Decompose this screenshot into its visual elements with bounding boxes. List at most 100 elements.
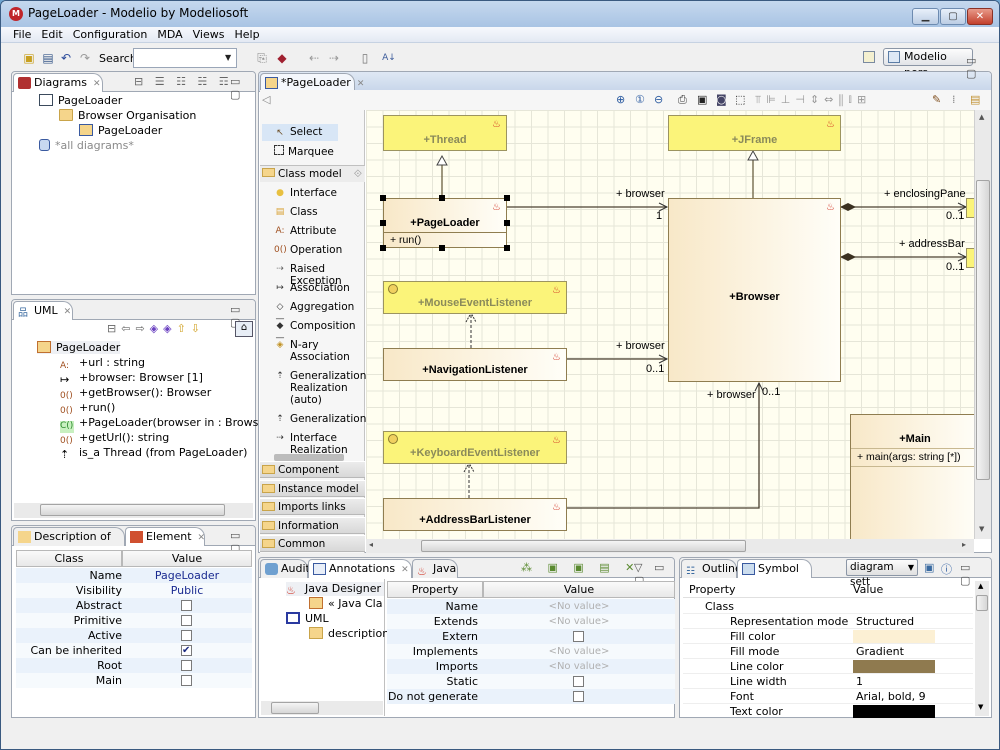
palette-item[interactable]: ⇢ Interface Realization xyxy=(274,432,364,456)
scroll-right-icon[interactable]: ▸ xyxy=(962,540,966,549)
scroll-down-icon[interactable]: ▼ xyxy=(979,525,984,533)
back-icon[interactable]: ⇠ xyxy=(306,50,322,66)
zoom-reset-icon[interactable]: ① xyxy=(635,93,645,106)
save-image-icon[interactable]: ▣ xyxy=(697,93,707,106)
symbol-row[interactable]: Class xyxy=(683,599,973,614)
column-header-value[interactable]: Value xyxy=(122,550,252,567)
sort-az-icon[interactable]: A↓ xyxy=(381,50,397,66)
diagram-settings-dropdown[interactable]: diagram sett ▼ xyxy=(846,559,918,588)
collapse-palette-icon[interactable]: ◁ xyxy=(262,93,270,106)
scroll-up-icon[interactable]: ▲ xyxy=(979,113,984,121)
class-navigationlistener[interactable]: ♨ +NavigationListener xyxy=(383,348,567,381)
color-swatch[interactable] xyxy=(853,630,935,643)
property-value[interactable]: <No value> xyxy=(483,599,675,614)
selection-handle[interactable] xyxy=(380,245,386,251)
minimize-maximize-icons[interactable]: ▭ ▢ xyxy=(966,54,991,80)
open-perspective-icon[interactable] xyxy=(863,51,875,63)
symbol-row[interactable]: Fill color xyxy=(683,629,973,644)
forward-icon[interactable]: ⇢ xyxy=(326,50,342,66)
palette-item[interactable]: ⇡ Generalization xyxy=(274,413,366,425)
property-value[interactable]: <No value> xyxy=(483,659,675,674)
zoom-out-icon[interactable]: ⊖ xyxy=(654,93,663,106)
horizontal-scrollbar[interactable] xyxy=(261,701,383,715)
menu-help[interactable]: Help xyxy=(229,27,264,42)
pin-icon[interactable]: ⟐ xyxy=(354,166,362,183)
class-enclosingpane-partial[interactable] xyxy=(966,198,974,218)
color-swatch[interactable] xyxy=(853,660,935,673)
selection-handle[interactable] xyxy=(439,245,445,251)
property-checkbox[interactable] xyxy=(181,675,192,686)
menu-configuration[interactable]: Configuration xyxy=(68,27,153,42)
palette-item[interactable]: ◇— Aggregation xyxy=(274,301,364,324)
palette-scroll-down[interactable] xyxy=(274,454,344,461)
palette-item[interactable]: ↦ Association xyxy=(274,282,364,294)
property-value[interactable]: Public xyxy=(122,583,252,598)
align-icons[interactable]: ⫪⊫⊥⊣⇕⇔⫼⫾⊞ xyxy=(755,93,871,107)
model-icon[interactable]: ◆ xyxy=(274,50,290,66)
property-value[interactable]: Gradient xyxy=(856,644,904,659)
property-value[interactable]: 1 xyxy=(856,674,863,689)
uml-nav-toolbar[interactable]: ⊟⇦⇨◈◈⇧⇩ xyxy=(107,322,205,335)
scroll-left-icon[interactable]: ◂ xyxy=(369,540,373,549)
selection-handle[interactable] xyxy=(439,195,445,201)
new-project-icon[interactable]: ▣ xyxy=(21,50,37,66)
close-tab-icon[interactable]: ✕ xyxy=(64,307,72,317)
scroll-thumb[interactable] xyxy=(421,540,746,552)
class-thread[interactable]: ♨ +Thread xyxy=(383,115,507,151)
palette-item[interactable]: ⇡ Generalization/ Realization (auto) xyxy=(274,370,370,406)
association-link[interactable] xyxy=(566,383,760,509)
redo-icon[interactable]: ↷ xyxy=(77,50,93,66)
property-value[interactable]: PageLoader xyxy=(122,568,252,583)
tree-item[interactable]: ⇡ is_a Thread (from PageLoader) xyxy=(60,446,247,461)
palette-item[interactable]: ● Interface xyxy=(274,187,364,199)
symbol-row[interactable]: Representation mode Structured xyxy=(683,614,973,629)
tree-item[interactable]: *all diagrams* xyxy=(39,139,134,152)
palette-item[interactable]: A: Attribute xyxy=(274,225,364,237)
zoom-in-icon[interactable]: ⊕ xyxy=(616,93,625,106)
tab-element[interactable]: Element ✕ xyxy=(125,527,205,546)
property-value[interactable]: <No value> xyxy=(483,614,675,629)
scroll-down-icon[interactable]: ▼ xyxy=(978,703,983,711)
symbol-row[interactable]: Line color xyxy=(683,659,973,674)
document-icon[interactable]: ▯ xyxy=(357,50,373,66)
vertical-scrollbar[interactable]: ▲ ▼ xyxy=(975,581,989,716)
tree-item-root[interactable]: PageLoader xyxy=(37,341,121,354)
diagram-canvas[interactable]: ♨ +Thread ♨ +JFrame ♨ +PageLoader + run(… xyxy=(366,110,974,539)
property-value[interactable]: Structured xyxy=(856,614,914,629)
perspective-button[interactable]: Modelio pers... xyxy=(883,48,973,79)
copy-icon[interactable]: ⎘ xyxy=(254,50,270,66)
tree-item[interactable]: UML xyxy=(286,612,329,625)
canvas-vertical-scrollbar[interactable]: ▲ ▼ xyxy=(974,110,991,539)
settings-icon[interactable]: ▣ xyxy=(924,561,938,574)
property-value[interactable]: <No value> xyxy=(483,644,675,659)
scroll-up-icon[interactable]: ▲ xyxy=(978,582,983,590)
selection-handle[interactable] xyxy=(380,220,386,226)
palette-marquee[interactable]: Marquee xyxy=(274,145,334,158)
snapshot-icon[interactable]: ◙ xyxy=(716,93,727,106)
maximize-button[interactable]: ▢ xyxy=(940,8,966,25)
interface-mouseeventlistener[interactable]: ♨ +MouseEventListener xyxy=(383,281,567,314)
symbol-row[interactable]: Font Arial, bold, 9 xyxy=(683,689,973,704)
palette-item[interactable]: ◆— Composition xyxy=(274,320,364,343)
tab-uml[interactable]: 品 UML ✕ xyxy=(13,301,73,320)
scroll-thumb[interactable] xyxy=(976,595,988,611)
horizontal-scrollbar[interactable] xyxy=(14,503,253,518)
selection-handle[interactable] xyxy=(504,220,510,226)
close-tab-icon[interactable]: ✕ xyxy=(401,565,409,575)
minimize-button[interactable]: ▁ xyxy=(912,8,939,25)
class-addressbar-partial[interactable] xyxy=(966,248,974,268)
scroll-thumb[interactable] xyxy=(40,504,225,516)
menu-file[interactable]: File xyxy=(8,27,36,42)
palette-item[interactable]: 0() Operation xyxy=(274,244,364,256)
annotation-toolbar-icons[interactable]: ⁂ ▣ ▣ ▤ ✕ xyxy=(521,561,640,574)
search-dropdown-icon[interactable]: ▼ xyxy=(225,53,231,62)
symbol-row[interactable]: Line width 1 xyxy=(683,674,973,689)
menu-edit[interactable]: Edit xyxy=(36,27,67,42)
symbol-row[interactable]: Text color xyxy=(683,704,973,719)
property-checkbox[interactable] xyxy=(181,660,192,671)
palette-item[interactable]: ◈ N-ary Association xyxy=(274,339,364,363)
tree-item[interactable]: PageLoader xyxy=(79,124,162,137)
tree-toolbar-icons[interactable]: ⊟ ☰ ☷ ☵ ☶ xyxy=(134,75,233,88)
save-icon[interactable]: ▤ xyxy=(40,50,56,66)
grid-icon[interactable]: ⁞ xyxy=(952,93,956,106)
